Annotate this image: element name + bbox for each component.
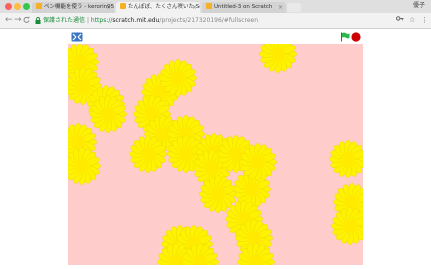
tab-label: Untitled-3 on Scratch [214, 4, 273, 10]
bookmark-star-icon[interactable]: ☆ [409, 15, 415, 26]
browser-tab-2[interactable]: たんぽぽ、たくさん咲いた Scratch × [116, 2, 200, 13]
tab-close-icon[interactable]: × [106, 2, 111, 13]
address-text: 保護された通信 | https://scratch.mit.edu/projec… [43, 15, 258, 26]
profile-name[interactable]: 優子 [413, 0, 425, 12]
dandelion-flower [329, 140, 363, 178]
browser-toolbar: ← → 保護された通信 | https://scratch.mit.edu/pr… [0, 13, 431, 29]
secure-label: 保護された通信 [43, 17, 86, 24]
scratch-cat-icon [36, 3, 42, 9]
window-minimize-button[interactable] [14, 3, 21, 10]
dandelion-canvas [68, 44, 363, 265]
dandelion-flower [331, 207, 363, 245]
url-path: /projects/217320196/#fullscreen [159, 17, 259, 24]
scratch-player-bar [68, 30, 363, 44]
tab-close-icon[interactable]: × [278, 2, 283, 13]
dandelion-flower [259, 44, 297, 73]
dandelion-flower [239, 143, 277, 181]
dandelion-flower [68, 147, 101, 185]
scratch-cat-icon [120, 3, 126, 9]
dandelion-flower [89, 95, 127, 133]
window-close-button[interactable] [5, 3, 12, 10]
key-glyph [396, 16, 404, 21]
reload-icon [23, 16, 30, 23]
browser-tab-3[interactable]: Untitled-3 on Scratch × [202, 2, 286, 13]
new-tab-button[interactable] [287, 3, 301, 12]
address-bar[interactable]: 保護された通信 | https://scratch.mit.edu/projec… [33, 15, 407, 26]
tab-label: たんぽぽ、たくさん咲いた Scratch [128, 4, 200, 10]
dandelion-flower [129, 135, 167, 173]
reload-button[interactable] [23, 15, 30, 26]
scratch-cat-icon [206, 3, 212, 9]
key-icon[interactable] [396, 15, 404, 26]
browser-tab-1[interactable]: ペン機能を使う - kerorin95 - ... × [32, 2, 114, 13]
scratch-stage[interactable] [68, 44, 363, 265]
browser-tab-strip: ペン機能を使う - kerorin95 - ... × たんぽぽ、たくさん咲いた… [0, 0, 431, 13]
forward-button[interactable]: → [14, 15, 22, 26]
menu-icon[interactable]: ⋮ [421, 15, 428, 26]
back-button[interactable]: ← [5, 15, 13, 26]
url-host: scratch.mit.edu [112, 17, 160, 24]
url-scheme: https:// [90, 17, 113, 24]
dandelion-flower [159, 59, 197, 97]
exit-fullscreen-icon[interactable] [71, 32, 83, 42]
lock-icon [35, 17, 41, 24]
address-separator: | [86, 17, 89, 24]
tab-close-icon[interactable]: × [192, 2, 197, 13]
green-flag-icon[interactable] [340, 32, 350, 42]
stop-button-icon[interactable] [351, 32, 361, 42]
tab-label: ペン機能を使う - kerorin95 - ... [44, 4, 114, 10]
window-zoom-button[interactable] [23, 3, 30, 10]
